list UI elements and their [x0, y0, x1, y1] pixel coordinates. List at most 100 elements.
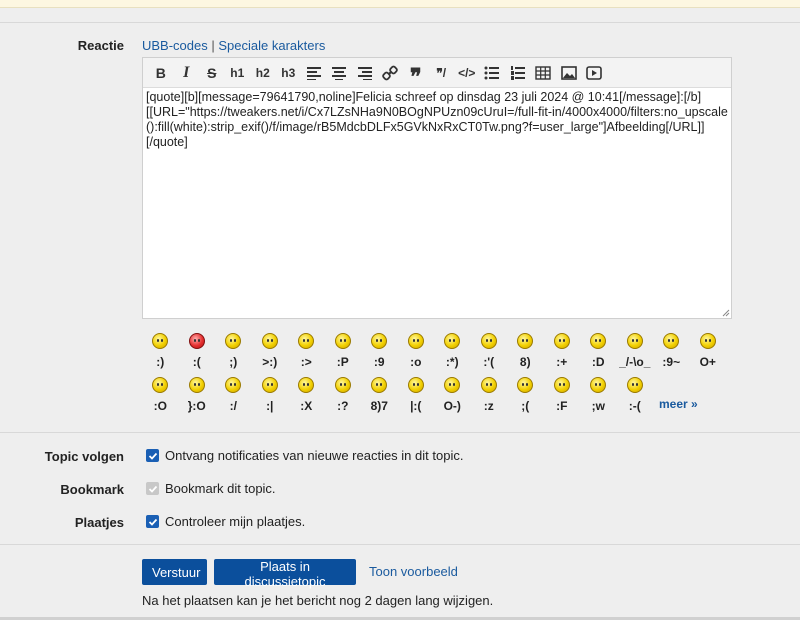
plaats-in-discussietopic-button[interactable]: Plaats in discussietopic — [214, 559, 356, 589]
smiley-icon — [298, 377, 315, 393]
smiley-code: :*) — [445, 355, 459, 369]
smiley-button[interactable]: :9 — [361, 330, 398, 374]
smiley-button[interactable]: :/ — [215, 374, 252, 418]
smiley-button[interactable]: :+ — [544, 330, 581, 374]
smiley-button[interactable]: O+ — [690, 330, 727, 374]
smiley-button[interactable]: 8) — [507, 330, 544, 374]
bookmark-label: Bookmark — [60, 482, 124, 497]
table-button[interactable] — [531, 62, 557, 84]
smiley-button[interactable]: _/-\o_ — [617, 330, 654, 374]
smiley-button[interactable]: :z — [471, 374, 508, 418]
smiley-button[interactable]: :o — [398, 330, 435, 374]
ubb-codes-link[interactable]: UBB-codes — [142, 38, 208, 53]
numbered-list-button[interactable] — [505, 62, 531, 84]
verstuur-button[interactable]: Verstuur — [142, 559, 207, 585]
smiley-button[interactable]: :F — [544, 374, 581, 418]
smiley-code: >:) — [262, 355, 278, 369]
strikethrough-button[interactable]: S — [199, 62, 225, 84]
smiley-icon — [590, 377, 607, 393]
smiley-code: }:O — [187, 399, 206, 413]
smiley-code: ;w — [591, 399, 605, 413]
italic-button[interactable]: I — [174, 62, 200, 84]
smiley-code: :( — [192, 355, 201, 369]
smiley-button[interactable]: }:O — [179, 374, 216, 418]
smiley-icon — [261, 333, 278, 349]
smiley-button[interactable]: :'( — [471, 330, 508, 374]
link-button[interactable] — [378, 62, 404, 84]
toon-voorbeeld-link[interactable]: Toon voorbeeld — [369, 564, 458, 579]
smiley-button[interactable]: O-) — [434, 374, 471, 418]
smiley-button[interactable]: ;) — [215, 330, 252, 374]
smiley-code: _/-\o_ — [619, 355, 651, 369]
quote-button[interactable]: ❞ — [403, 62, 429, 87]
smiley-button[interactable]: :9~ — [653, 330, 690, 374]
h2-button[interactable]: h2 — [250, 62, 276, 84]
edit-note: Na het plaatsen kan je het bericht nog 2… — [142, 593, 494, 608]
smiley-code: :'( — [483, 355, 495, 369]
smiley-button[interactable]: |:( — [398, 374, 435, 418]
smiley-panel: :) :(;) >:) :>:P:9 :o :*) :'( 8):+:D _/-\o_ :9~ O+… — [142, 330, 732, 418]
strikethrough-icon: S — [207, 64, 217, 81]
notice-bar — [0, 0, 800, 8]
bookmark-checkbox — [146, 482, 159, 495]
italic-icon: I — [183, 63, 190, 81]
smiley-icon — [480, 377, 497, 393]
smiley-icon — [517, 377, 534, 393]
smiley-icon — [444, 377, 461, 393]
link-icon — [382, 65, 399, 80]
image-button[interactable] — [556, 62, 582, 84]
smiley-button[interactable]: 8)7 — [361, 374, 398, 418]
align-center-button[interactable] — [327, 62, 353, 84]
smiley-code: :o — [410, 355, 422, 369]
message-textarea[interactable]: [quote][b][message=79641790,noline]Felic… — [143, 88, 731, 318]
smiley-button[interactable]: :P — [325, 330, 362, 374]
align-right-icon — [357, 66, 372, 80]
smiley-icon — [371, 377, 388, 393]
topic-volgen-option: Ontvang notificaties van nieuwe reacties… — [146, 448, 463, 463]
smiley-button[interactable]: :| — [252, 374, 289, 418]
resize-handle-icon[interactable] — [722, 309, 730, 317]
h2-icon: h2 — [255, 65, 270, 80]
message-editor: B I S h1 h2 h3 ❞ ❞/ </> [quote][b][messa… — [142, 57, 732, 319]
smiley-icon — [225, 333, 242, 349]
h3-icon: h3 — [281, 65, 296, 80]
quote-icon: ❞ — [409, 63, 422, 89]
smiley-icon — [480, 333, 497, 349]
smiley-button[interactable]: ;( — [507, 374, 544, 418]
speciale-karakters-link[interactable]: Speciale karakters — [218, 38, 325, 53]
smiley-button[interactable]: :X — [288, 374, 325, 418]
smiley-button[interactable]: ;w — [580, 374, 617, 418]
smiley-button[interactable]: :O — [142, 374, 179, 418]
code-icon: </> — [458, 65, 476, 80]
smiley-icon — [663, 333, 680, 349]
h3-button[interactable]: h3 — [276, 62, 302, 84]
smiley-code: :F — [556, 399, 568, 413]
align-left-button[interactable] — [301, 62, 327, 84]
plaatjes-checkbox[interactable] — [146, 515, 159, 528]
topic-volgen-label: Topic volgen — [44, 449, 124, 464]
bullet-list-button[interactable] — [480, 62, 506, 84]
smiley-row: :O }:O :/:|:X:? 8)7 |:( O-) :z ;( :F ;w :-(meer » — [142, 374, 732, 418]
smiley-button[interactable]: :> — [288, 330, 325, 374]
smiley-code: :9~ — [662, 355, 681, 369]
plaatjes-option: Controleer mijn plaatjes. — [146, 514, 305, 529]
h1-button[interactable]: h1 — [225, 62, 251, 84]
smiley-code: :? — [337, 399, 349, 413]
smiley-button[interactable]: :( — [179, 330, 216, 374]
checkmark-icon — [148, 518, 157, 526]
smiley-code: O-) — [443, 399, 461, 413]
code-button[interactable]: </> — [454, 62, 480, 84]
smiley-button[interactable]: :-( — [617, 374, 654, 418]
spoiler-button[interactable]: ❞/ — [429, 62, 455, 84]
align-right-button[interactable] — [352, 62, 378, 84]
topic-volgen-checkbox[interactable] — [146, 449, 159, 462]
smiley-button[interactable]: :*) — [434, 330, 471, 374]
smiley-button[interactable]: :? — [325, 374, 362, 418]
smiley-button[interactable]: :D — [580, 330, 617, 374]
meer-smileys-link[interactable]: meer » — [659, 397, 698, 418]
smiley-button[interactable]: >:) — [252, 330, 289, 374]
video-button[interactable] — [582, 62, 608, 84]
smiley-button[interactable]: :) — [142, 330, 179, 374]
bold-button[interactable]: B — [148, 62, 174, 84]
smiley-code: :z — [483, 399, 494, 413]
